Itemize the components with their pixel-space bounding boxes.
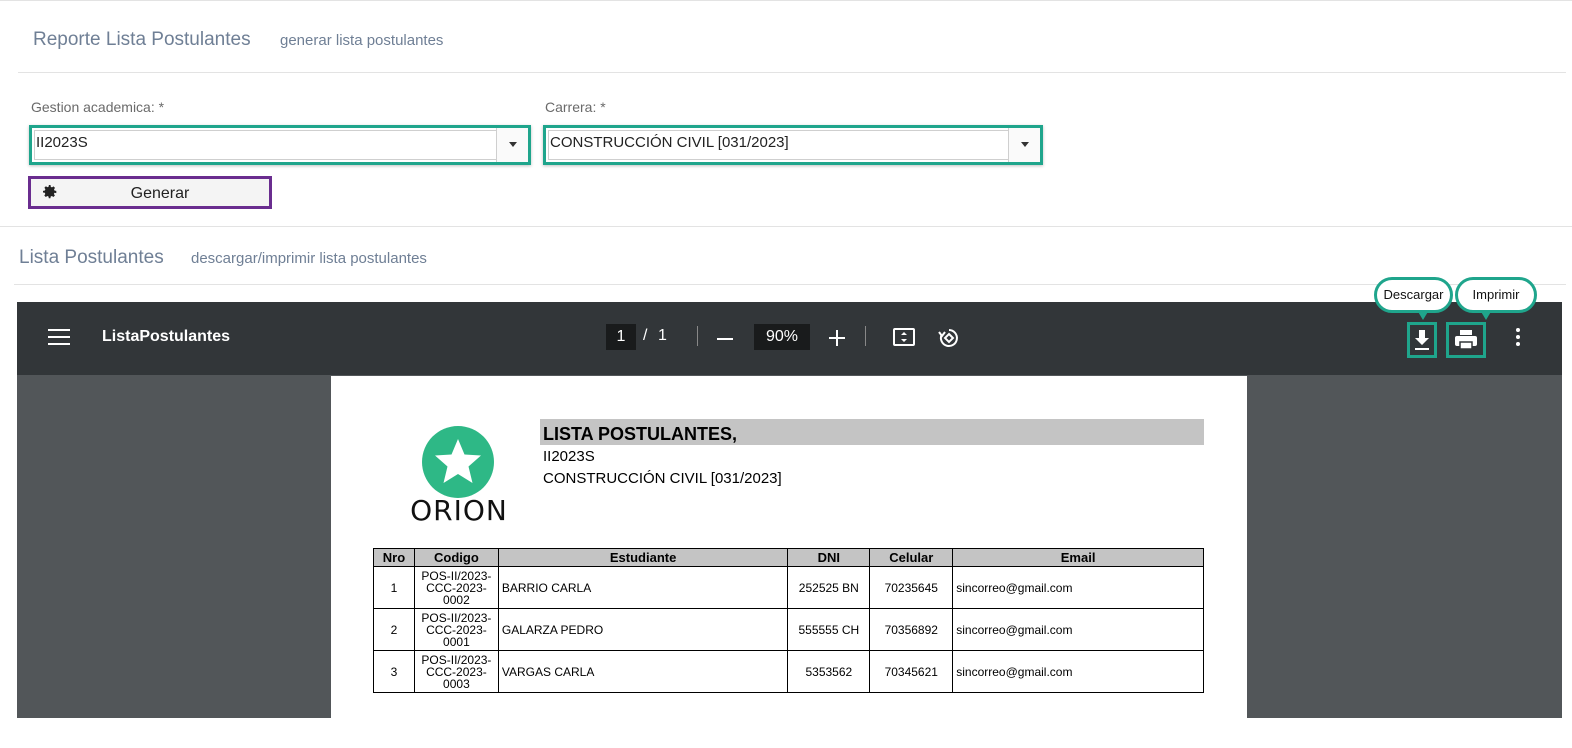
divider bbox=[0, 226, 1572, 227]
page-separator: / bbox=[643, 327, 648, 344]
generar-label: Generar bbox=[130, 185, 190, 202]
table-header-row: Nro Codigo Estudiante DNI Celular Email bbox=[373, 548, 1204, 567]
codigo-part: 0003 bbox=[443, 676, 470, 691]
section-title: Lista Postulantes bbox=[19, 247, 164, 268]
column-header: Codigo bbox=[413, 548, 499, 567]
cell-dni: 5353562 bbox=[787, 650, 871, 693]
pdf-page: ORION LISTA POSTULANTES, II2023S CONSTRU… bbox=[331, 376, 1247, 718]
report-title: LISTA POSTULANTES, bbox=[543, 424, 738, 444]
page-title: Reporte Lista Postulantes bbox=[33, 29, 251, 50]
table-row: 3 POS-II/2023- CCC-2023- 0003 VARGAS CARLA… bbox=[373, 650, 1204, 693]
column-header: Celular bbox=[869, 548, 954, 567]
download-button[interactable] bbox=[1407, 322, 1437, 358]
divider bbox=[14, 284, 1566, 285]
cell-dni: 555555 CH bbox=[787, 608, 871, 651]
chevron-down-icon[interactable] bbox=[1008, 128, 1040, 162]
codigo-part: 0001 bbox=[443, 634, 470, 649]
gestion-value: II2023S bbox=[36, 134, 88, 151]
divider bbox=[18, 72, 1566, 73]
cell-codigo: POS-II/2023- CCC-2023- 0001 bbox=[413, 608, 499, 651]
carrera-label: Carrera: * bbox=[545, 99, 606, 115]
column-header: Email bbox=[952, 548, 1204, 567]
cell-nro: 2 bbox=[373, 608, 415, 651]
cell-celular: 70345621 bbox=[869, 650, 954, 693]
menu-icon[interactable] bbox=[48, 329, 70, 347]
cell-dni: 252525 BN bbox=[787, 566, 871, 609]
report-gestion: II2023S bbox=[543, 448, 595, 465]
carrera-value: CONSTRUCCIÓN CIVIL [031/2023] bbox=[550, 134, 789, 151]
cell-codigo: POS-II/2023- CCC-2023- 0003 bbox=[413, 650, 499, 693]
postulantes-table: Nro Codigo Estudiante DNI Celular Email … bbox=[373, 548, 1204, 693]
cell-celular: 70356892 bbox=[869, 608, 954, 651]
zoom-input[interactable]: 90% bbox=[754, 324, 810, 350]
pdf-viewer: ListaPostulantes 1 / 1 90% ORION LISTA P… bbox=[17, 302, 1562, 718]
column-header: Nro bbox=[373, 548, 415, 567]
cell-nro: 3 bbox=[373, 650, 415, 693]
page-number-input[interactable]: 1 bbox=[606, 324, 636, 350]
orion-logo: ORION bbox=[406, 426, 512, 527]
codigo-part: 0002 bbox=[443, 592, 470, 607]
carrera-select[interactable]: CONSTRUCCIÓN CIVIL [031/2023] bbox=[543, 125, 1043, 165]
fit-arrows-icon bbox=[901, 332, 907, 342]
top-border bbox=[0, 0, 1572, 1]
report-carrera: CONSTRUCCIÓN CIVIL [031/2023] bbox=[543, 470, 782, 487]
rotate-icon[interactable] bbox=[937, 326, 961, 350]
cell-nro: 1 bbox=[373, 566, 415, 609]
download-icon bbox=[1415, 330, 1429, 350]
section-subtitle: descargar/imprimir lista postulantes bbox=[191, 250, 427, 267]
page-subtitle: generar lista postulantes bbox=[280, 32, 444, 49]
table-row: 2 POS-II/2023- CCC-2023- 0001 GALARZA PEDR… bbox=[373, 608, 1204, 651]
cell-email: sincorreo@gmail.com bbox=[952, 608, 1204, 651]
document-title: ListaPostulantes bbox=[102, 328, 231, 345]
zoom-in-icon[interactable] bbox=[829, 330, 845, 346]
table-row: 1 POS-II/2023- CCC-2023- 0002 BARRIO CARLA… bbox=[373, 566, 1204, 609]
toolbar-divider bbox=[865, 326, 866, 346]
page-total: 1 bbox=[658, 327, 667, 344]
logo-text: ORION bbox=[410, 494, 508, 527]
logo-circle bbox=[422, 426, 494, 498]
more-options-icon[interactable] bbox=[1515, 328, 1521, 348]
pdf-toolbar: ListaPostulantes 1 / 1 90% bbox=[17, 302, 1562, 375]
print-tooltip: Imprimir bbox=[1455, 277, 1537, 320]
toolbar-divider bbox=[697, 326, 698, 346]
zoom-out-icon[interactable] bbox=[717, 338, 733, 340]
fit-page-icon[interactable] bbox=[893, 328, 915, 346]
generar-button[interactable]: Generar bbox=[28, 176, 272, 209]
cell-estudiante: GALARZA PEDRO bbox=[497, 608, 789, 651]
column-header: DNI bbox=[787, 548, 871, 567]
select-frame bbox=[34, 130, 526, 160]
print-icon bbox=[1455, 330, 1477, 350]
chevron-down-icon[interactable] bbox=[496, 128, 528, 162]
column-header: Estudiante bbox=[497, 548, 789, 567]
gestion-label: Gestion academica: * bbox=[31, 99, 165, 115]
gestion-select[interactable]: II2023S bbox=[29, 125, 531, 165]
cell-estudiante: BARRIO CARLA bbox=[497, 566, 789, 609]
cell-email: sincorreo@gmail.com bbox=[952, 566, 1204, 609]
download-tooltip: Descargar bbox=[1374, 277, 1453, 320]
cell-codigo: POS-II/2023- CCC-2023- 0002 bbox=[413, 566, 499, 609]
print-button[interactable] bbox=[1446, 322, 1486, 358]
cell-celular: 70235645 bbox=[869, 566, 954, 609]
cell-email: sincorreo@gmail.com bbox=[952, 650, 1204, 693]
star-icon bbox=[435, 439, 481, 483]
cell-estudiante: VARGAS CARLA bbox=[497, 650, 789, 693]
